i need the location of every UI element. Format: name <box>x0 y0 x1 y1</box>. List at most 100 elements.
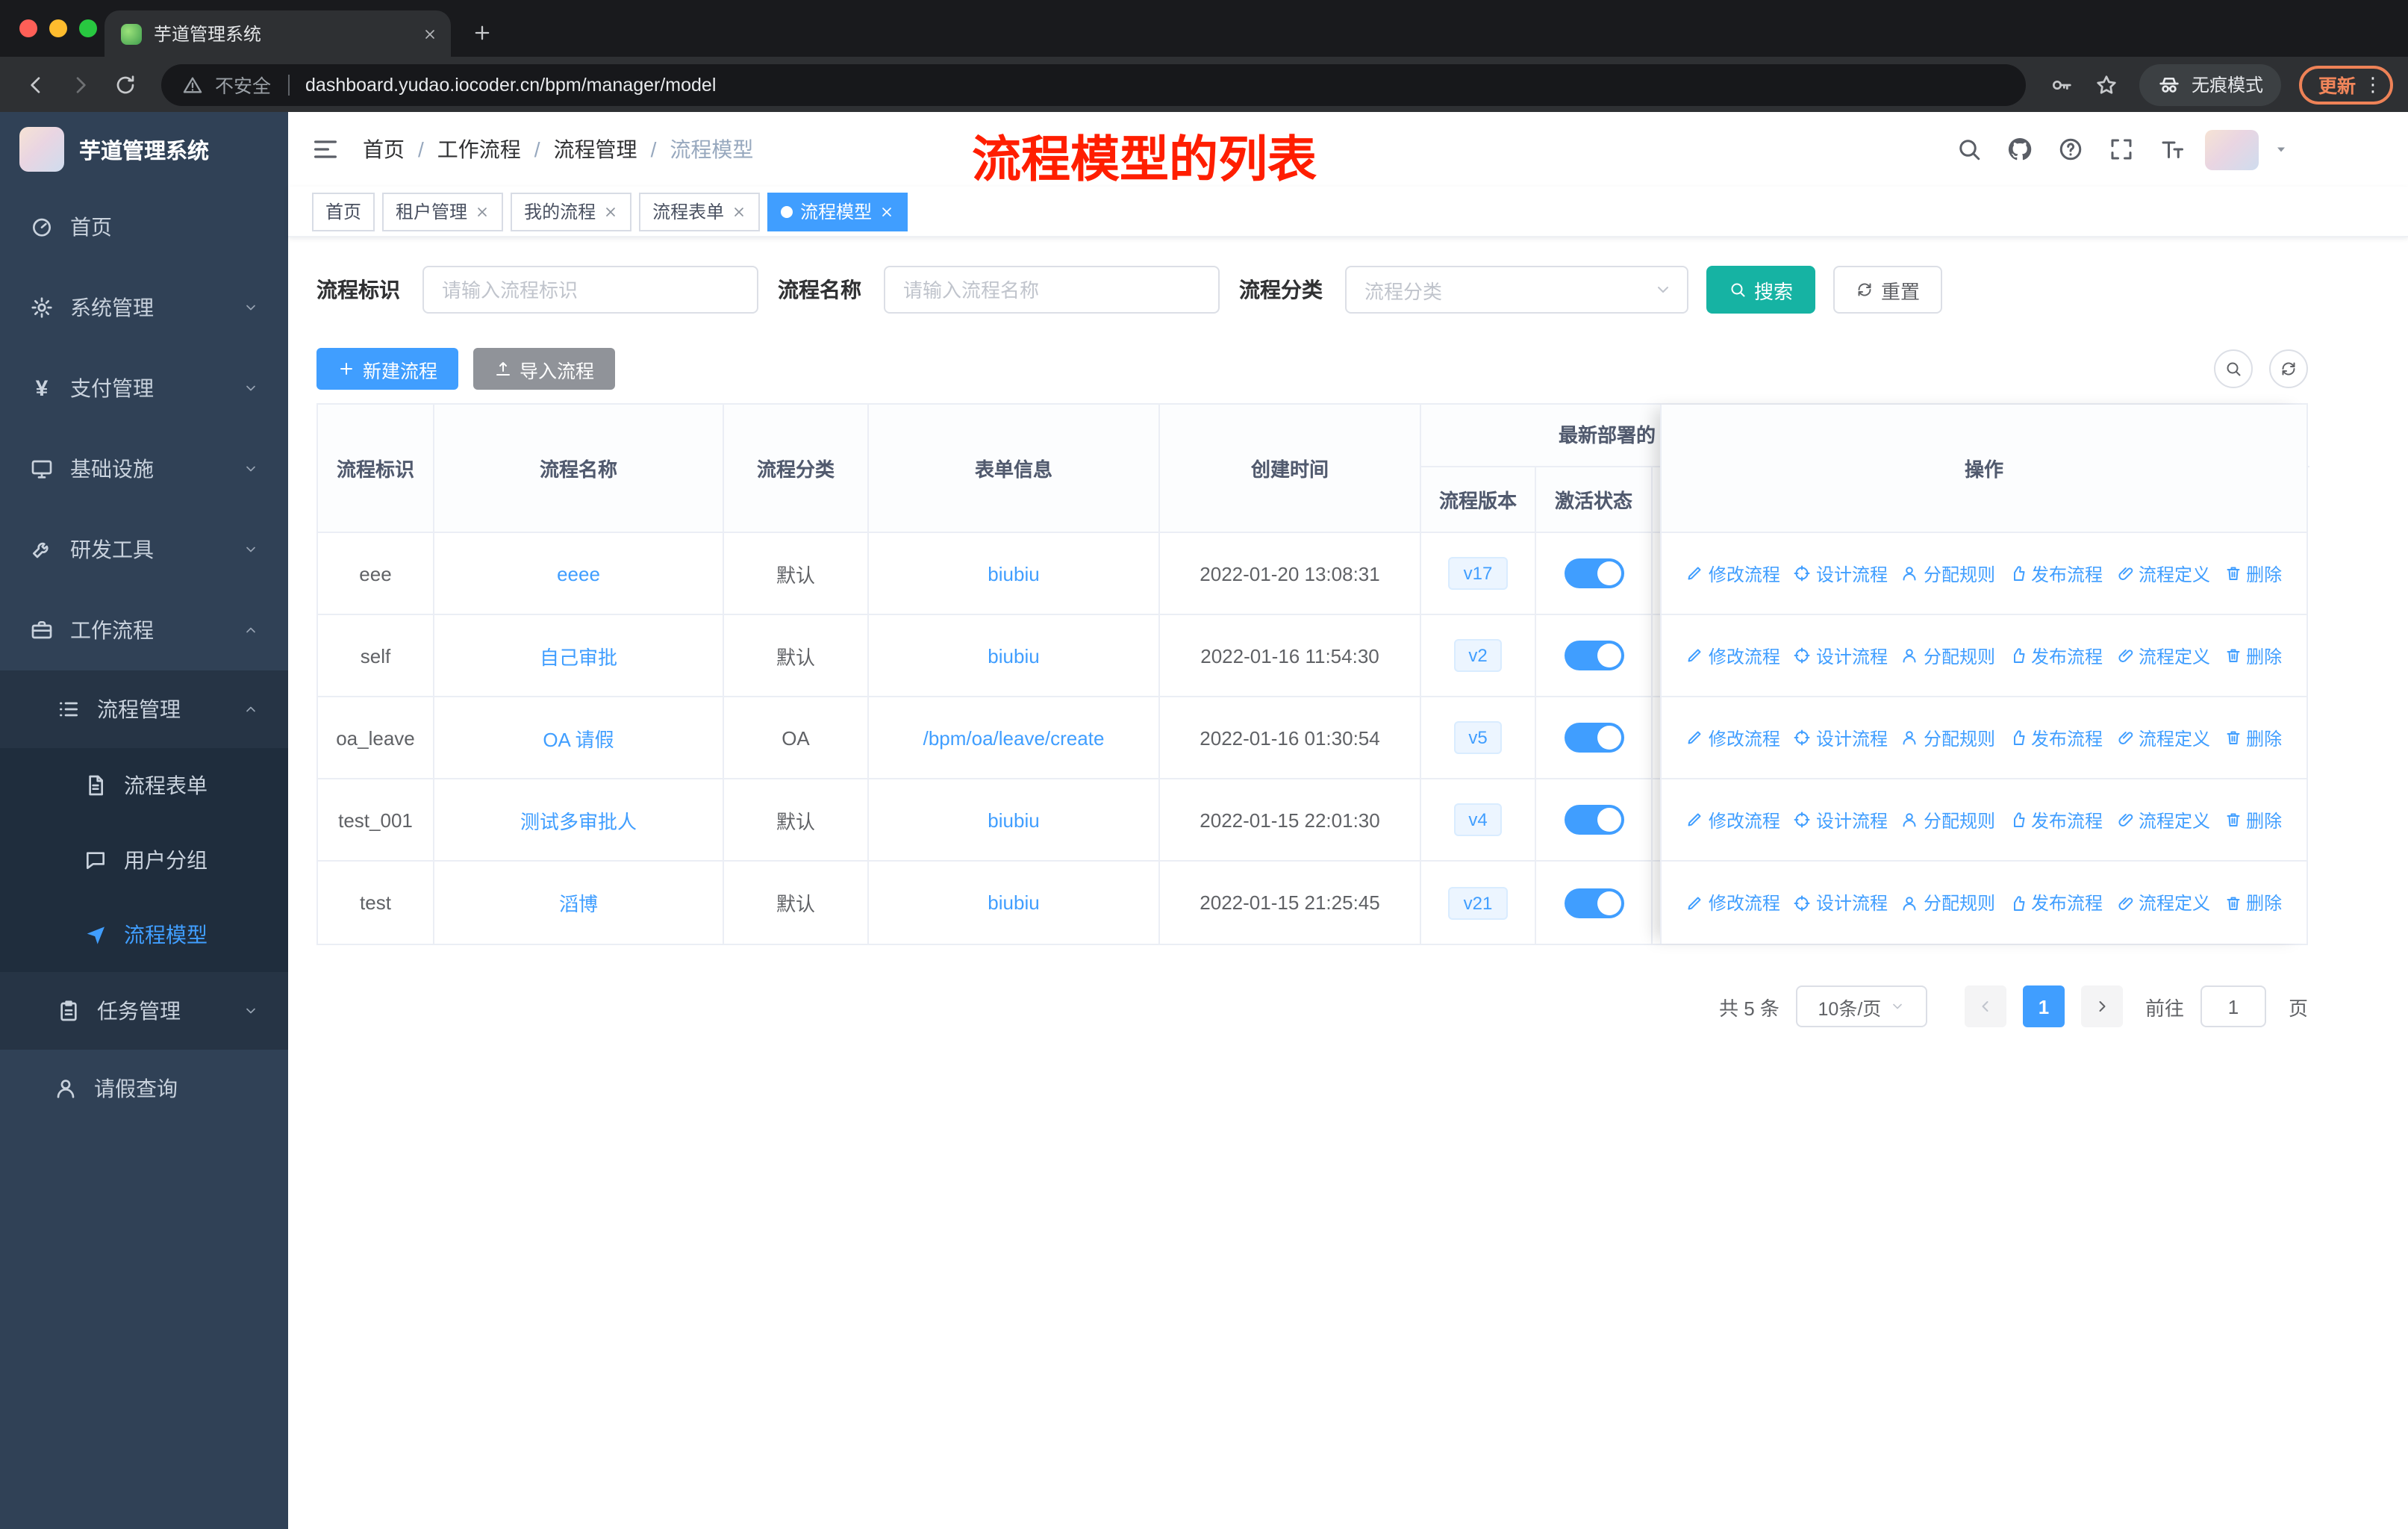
close-icon[interactable] <box>732 204 746 219</box>
prev-page-button[interactable] <box>1964 985 2006 1027</box>
assign-action-link[interactable]: 分配规则 <box>1901 643 1995 668</box>
show-search-button[interactable] <box>2214 349 2253 388</box>
definition-action-link[interactable]: 流程定义 <box>2116 561 2210 586</box>
address-bar[interactable]: 不安全 dashboard.yudao.iocoder.cn/bpm/manag… <box>161 63 2026 105</box>
sidebar-item-home[interactable]: 首页 <box>0 187 288 267</box>
process-name-link[interactable]: 自己审批 <box>540 641 617 670</box>
active-toggle[interactable] <box>1564 723 1623 753</box>
sidebar-item-workflow[interactable]: 工作流程 <box>0 590 288 670</box>
tag-tenant-mgmt[interactable]: 租户管理 <box>382 192 504 231</box>
user-avatar[interactable] <box>2205 129 2259 169</box>
sidebar-item-process-mgmt[interactable]: 流程管理 <box>0 670 288 748</box>
import-process-button[interactable]: 导入流程 <box>473 348 616 390</box>
definition-action-link[interactable]: 流程定义 <box>2116 643 2210 668</box>
new-tab-button[interactable] <box>472 22 493 43</box>
fullscreen-icon[interactable] <box>2103 131 2139 167</box>
definition-action-link[interactable]: 流程定义 <box>2116 725 2210 750</box>
update-button[interactable]: 更新 ⋮ <box>2298 65 2393 104</box>
sidebar-item-payment[interactable]: ¥ 支付管理 <box>0 348 288 429</box>
page-1-button[interactable]: 1 <box>2022 985 2065 1027</box>
assign-action-link[interactable]: 分配规则 <box>1901 725 1995 750</box>
assign-action-link[interactable]: 分配规则 <box>1901 561 1995 586</box>
process-name-input[interactable] <box>884 266 1220 314</box>
tag-process-model[interactable]: 流程模型 <box>767 192 908 231</box>
design-action-link[interactable]: 设计流程 <box>1794 725 1888 750</box>
tag-process-form[interactable]: 流程表单 <box>639 192 761 231</box>
close-icon[interactable] <box>603 204 618 219</box>
github-icon[interactable] <box>2002 131 2038 167</box>
sidebar-item-devtools[interactable]: 研发工具 <box>0 509 288 590</box>
refresh-table-button[interactable] <box>2269 349 2308 388</box>
form-info-link[interactable]: biubiu <box>988 891 1039 914</box>
process-name-link[interactable]: OA 请假 <box>543 723 614 752</box>
hamburger-button[interactable] <box>288 134 363 164</box>
next-page-button[interactable] <box>2080 985 2123 1027</box>
active-toggle[interactable] <box>1564 641 1623 670</box>
window-close-button[interactable] <box>19 19 37 37</box>
window-zoom-button[interactable] <box>79 19 97 37</box>
active-toggle[interactable] <box>1564 805 1623 835</box>
bookmark-star-icon[interactable] <box>2086 63 2127 105</box>
edit-action-link[interactable]: 修改流程 <box>1686 890 1780 915</box>
tag-home[interactable]: 首页 <box>312 192 375 231</box>
assign-action-link[interactable]: 分配规则 <box>1901 807 1995 832</box>
form-info-link[interactable]: biubiu <box>988 809 1039 831</box>
edit-action-link[interactable]: 修改流程 <box>1686 725 1780 750</box>
design-action-link[interactable]: 设计流程 <box>1794 890 1888 915</box>
sidebar-item-task-mgmt[interactable]: 任务管理 <box>0 972 288 1050</box>
key-icon[interactable] <box>2041 63 2083 105</box>
form-info-link[interactable]: /bpm/oa/leave/create <box>923 726 1105 749</box>
breadcrumb-home[interactable]: 首页 <box>363 134 405 164</box>
process-name-link[interactable]: 滔博 <box>559 888 598 917</box>
sidebar-item-process-form[interactable]: 流程表单 <box>0 748 288 823</box>
help-icon[interactable] <box>2053 131 2089 167</box>
publish-action-link[interactable]: 发布流程 <box>2009 890 2103 915</box>
design-action-link[interactable]: 设计流程 <box>1794 643 1888 668</box>
form-info-link[interactable]: biubiu <box>988 644 1039 667</box>
delete-action-link[interactable]: 删除 <box>2224 561 2282 586</box>
reload-button[interactable] <box>105 63 146 105</box>
design-action-link[interactable]: 设计流程 <box>1794 807 1888 832</box>
menu-dots-icon[interactable]: ⋮ <box>2363 72 2383 96</box>
publish-action-link[interactable]: 发布流程 <box>2009 561 2103 586</box>
definition-action-link[interactable]: 流程定义 <box>2116 890 2210 915</box>
publish-action-link[interactable]: 发布流程 <box>2009 643 2103 668</box>
breadcrumb-workflow[interactable]: 工作流程 <box>437 134 521 164</box>
active-toggle[interactable] <box>1564 558 1623 588</box>
sidebar-item-infrastructure[interactable]: 基础设施 <box>0 429 288 509</box>
close-icon[interactable] <box>475 204 490 219</box>
sidebar-logo[interactable]: 芋道管理系统 <box>0 112 288 187</box>
delete-action-link[interactable]: 删除 <box>2224 890 2282 915</box>
goto-page-input[interactable] <box>2200 985 2266 1027</box>
publish-action-link[interactable]: 发布流程 <box>2009 807 2103 832</box>
assign-action-link[interactable]: 分配规则 <box>1901 890 1995 915</box>
font-size-icon[interactable] <box>2154 131 2190 167</box>
forward-button[interactable] <box>60 63 102 105</box>
sidebar-item-user-group[interactable]: 用户分组 <box>0 823 288 897</box>
window-minimize-button[interactable] <box>49 19 67 37</box>
page-size-select[interactable]: 10条/页 <box>1795 985 1927 1027</box>
publish-action-link[interactable]: 发布流程 <box>2009 725 2103 750</box>
search-icon[interactable] <box>1951 131 1987 167</box>
create-process-button[interactable]: 新建流程 <box>316 348 459 390</box>
active-toggle[interactable] <box>1564 888 1623 918</box>
category-select[interactable]: 流程分类 <box>1345 266 1688 314</box>
design-action-link[interactable]: 设计流程 <box>1794 561 1888 586</box>
reset-button[interactable]: 重置 <box>1833 266 1943 314</box>
search-button[interactable]: 搜索 <box>1706 266 1816 314</box>
breadcrumb-process-mgmt[interactable]: 流程管理 <box>554 134 637 164</box>
delete-action-link[interactable]: 删除 <box>2224 725 2282 750</box>
edit-action-link[interactable]: 修改流程 <box>1686 643 1780 668</box>
sidebar-item-system[interactable]: 系统管理 <box>0 267 288 348</box>
tag-my-process[interactable]: 我的流程 <box>511 192 632 231</box>
process-name-link[interactable]: eeee <box>557 562 600 585</box>
definition-action-link[interactable]: 流程定义 <box>2116 807 2210 832</box>
back-button[interactable] <box>15 63 57 105</box>
tab-close-icon[interactable] <box>422 26 437 41</box>
process-key-input[interactable] <box>422 266 758 314</box>
process-name-link[interactable]: 测试多审批人 <box>520 806 637 834</box>
form-info-link[interactable]: biubiu <box>988 562 1039 585</box>
sidebar-item-process-model[interactable]: 流程模型 <box>0 897 288 972</box>
edit-action-link[interactable]: 修改流程 <box>1686 561 1780 586</box>
sidebar-item-leave-query[interactable]: 请假查询 <box>0 1050 288 1127</box>
